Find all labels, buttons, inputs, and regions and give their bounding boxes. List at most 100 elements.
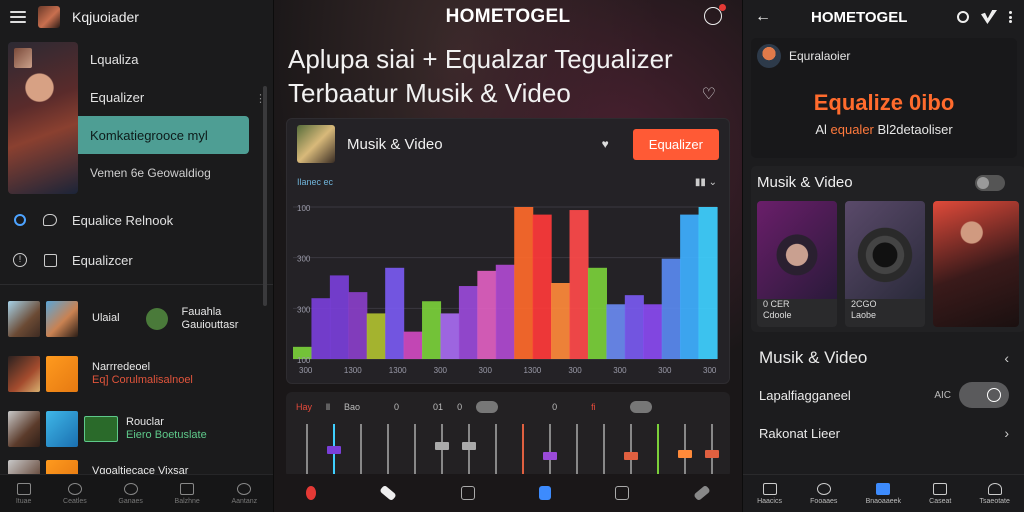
chart-bar [422, 301, 442, 359]
notification-icon[interactable] [704, 4, 726, 25]
section-toggle[interactable] [975, 174, 1005, 191]
media-tile[interactable] [933, 201, 1019, 327]
mixer-toggle[interactable] [629, 401, 652, 413]
brand-title: HOMETOGEL [445, 6, 571, 27]
settings-row[interactable]: Lapalfiagganeel AIC [751, 376, 1017, 414]
nav-search[interactable]: Ceatles [63, 482, 87, 505]
track-thumb [46, 355, 78, 392]
chevron-left-icon[interactable]: ‹ [1004, 350, 1009, 366]
more-vertical-icon[interactable] [1009, 11, 1012, 23]
chevron-down-icon[interactable]: ⌄ [709, 177, 717, 188]
left-scrollbar[interactable] [263, 86, 267, 306]
window-icon [42, 252, 58, 268]
slider-track[interactable] [495, 424, 497, 478]
headline-line-1: Aplupa siai + Equalzar Tegualizer [288, 44, 673, 74]
slider-track[interactable] [306, 424, 308, 478]
chart-bar [587, 267, 607, 359]
chevron-right-icon[interactable]: › [1004, 425, 1009, 441]
slider-knob[interactable] [327, 446, 341, 454]
slider-knob[interactable] [678, 450, 692, 458]
user-row[interactable]: Equralaoier [751, 38, 1017, 74]
mixer-label: 01 [433, 402, 444, 412]
nav-library[interactable]: Balzhne [175, 482, 200, 505]
slider-knob[interactable] [543, 452, 557, 460]
slider-track[interactable] [630, 424, 632, 478]
pinterest-icon[interactable] [306, 486, 317, 500]
slider-knob[interactable] [705, 450, 719, 458]
x-tick-label: 300 [658, 366, 672, 375]
list-item[interactable]: Narrredeoel Eq] Corulmalisalnoel [0, 346, 273, 401]
left-row-equalizcer[interactable]: ! Equalizcer [0, 240, 273, 280]
mixer-label: 0 [394, 402, 400, 412]
chart-bar [329, 275, 349, 359]
card-heart-icon[interactable]: ♥ [602, 137, 609, 151]
settings-toggle[interactable] [959, 382, 1009, 408]
nav-profile[interactable]: Tsaeotate [980, 482, 1010, 505]
x-tick-label: 1300 [389, 366, 407, 375]
tile-caption: Laobe [851, 310, 877, 320]
app-avatar [38, 6, 60, 28]
slider-track[interactable] [414, 424, 416, 478]
share-icon[interactable] [615, 486, 630, 500]
back-arrow-icon[interactable]: ← [755, 8, 771, 26]
menu-item-active[interactable]: Komkatiegrooce myl [78, 116, 249, 154]
center-bottom-nav [274, 474, 742, 512]
slider-knob[interactable] [624, 452, 638, 460]
tile-caption: Cdoole [763, 310, 792, 320]
mixer-pill[interactable] [476, 401, 499, 413]
mixer-sliders[interactable] [286, 422, 730, 478]
nav-home[interactable]: Haacics [757, 482, 782, 505]
tile-image [757, 201, 837, 299]
nav-label: Ceatles [63, 497, 87, 505]
nav-games[interactable]: Ganaes [118, 482, 143, 505]
slider-track[interactable] [549, 424, 551, 478]
list-item[interactable]: Ulaial Fauahla Gauiouttasr [0, 291, 273, 346]
tag-icon[interactable] [693, 484, 711, 502]
media-tiles: 0 CER Cdoole 2CGO Laobe [751, 197, 1024, 331]
media-tile[interactable]: 2CGO Laobe [845, 201, 925, 327]
slider-track[interactable] [576, 424, 578, 478]
slider-track[interactable] [441, 424, 443, 478]
bars-icon[interactable]: ▮▮ [695, 177, 706, 188]
hamburger-menu-icon[interactable] [10, 11, 26, 23]
left-row-relnook[interactable]: Equalice Relnook [0, 200, 273, 240]
equalizer-button[interactable]: Equalizer [632, 128, 719, 160]
slider-track[interactable] [387, 424, 389, 478]
slider-track[interactable] [360, 424, 362, 478]
nav-home[interactable]: Ituae [16, 482, 31, 505]
slider-knob[interactable] [435, 442, 449, 450]
favorite-heart-icon[interactable]: ♡ [702, 84, 716, 104]
nav-account[interactable]: Aantanz [231, 482, 257, 505]
nav-search[interactable]: Fooaaes [810, 482, 837, 505]
home-icon[interactable] [460, 486, 475, 500]
chart-bar [403, 331, 423, 359]
account-icon [237, 482, 252, 495]
left-menu: Lqualiza Equalizer Komkatiegrooce myl Ve… [78, 40, 273, 192]
slider-track[interactable] [468, 424, 470, 478]
media-tile[interactable]: 0 CER Cdoole [757, 201, 837, 327]
menu-item-lqualiza[interactable]: Lqualiza [78, 40, 273, 78]
center-panel: HOMETOGEL Aplupa siai + Equalzar Teguali… [274, 0, 742, 512]
menu-item-equalizer[interactable]: Equalizer [78, 78, 273, 116]
eraser-icon[interactable] [379, 484, 398, 502]
mixer-label: Hay [296, 402, 313, 412]
equalizer-chart: 100300300100 300 1300 1300 300 300 1300 300 300… [293, 204, 718, 375]
logo-icon[interactable] [981, 10, 997, 24]
settings-row[interactable]: Rakonat Lieer › [751, 414, 1017, 452]
slider-track[interactable] [603, 424, 605, 478]
section-header-2[interactable]: Musik & Video ‹ [751, 340, 1017, 376]
nav-share[interactable]: Caseat [929, 482, 951, 505]
settings-list: Musik & Video ‹ Lapalfiagganeel AIC Rako… [751, 340, 1017, 452]
slider-track[interactable] [657, 424, 659, 478]
pause-icon[interactable] [539, 486, 552, 500]
chart-tools[interactable]: ▮▮ ⌄ [695, 177, 717, 188]
search-icon[interactable] [957, 11, 969, 23]
media-card: Musik & Video 0 CER Cdoole 2CGO Laobe [751, 166, 1024, 332]
menu-item-vemen[interactable]: Vemen 6e Geowaldiog [78, 154, 273, 192]
center-top-bar: HOMETOGEL [274, 0, 742, 34]
nav-equalizer[interactable]: Bnaoaaeek [866, 482, 901, 505]
slider-track[interactable] [522, 424, 524, 478]
slider-knob[interactable] [462, 442, 476, 450]
track-artist: Fauahla [181, 305, 222, 318]
list-item[interactable]: Rouclar Eiero Boetuslate [0, 401, 273, 456]
